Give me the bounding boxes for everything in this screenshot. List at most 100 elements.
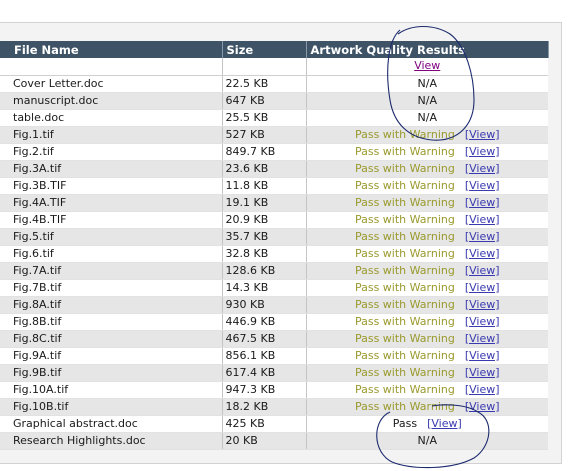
view-report-link[interactable]: [View] xyxy=(465,298,500,311)
results-column-header[interactable]: Artwork Quality Results xyxy=(306,41,549,58)
file-size-cell: 20 KB xyxy=(222,432,307,450)
table-row: Fig.8A.tif 930 KB Pass with Warning [View] xyxy=(0,296,548,314)
results-view-row: View xyxy=(0,58,548,76)
result-status: N/A xyxy=(417,433,437,447)
artwork-result-cell: Pass with Warning [View] xyxy=(306,279,548,297)
table-row: Fig.8B.tif 446.9 KB Pass with Warning [View… xyxy=(0,313,548,331)
view-report-link[interactable]: [View] xyxy=(465,213,500,226)
artwork-result-cell: Pass with Warning [View] xyxy=(306,381,548,399)
result-status: Pass with Warning xyxy=(354,348,455,362)
view-report-link[interactable]: [View] xyxy=(465,145,500,158)
file-size-cell: 18.2 KB xyxy=(222,398,307,416)
view-report-link[interactable]: [View] xyxy=(465,179,500,192)
table-row: Graphical abstract.doc 425 KB Pass [View] xyxy=(0,415,548,433)
view-report-link[interactable]: [View] xyxy=(465,349,500,362)
file-name-cell: Fig.2.tif xyxy=(0,143,223,161)
table-row: Fig.4B.TIF 20.9 KB Pass with Warning [View] xyxy=(0,211,548,229)
table-row: Fig.10B.tif 18.2 KB Pass with Warning [View… xyxy=(0,398,548,416)
file-size-cell: 11.8 KB xyxy=(222,177,307,195)
view-report-link[interactable]: [View] xyxy=(465,383,500,396)
file-size-cell: 19.1 KB xyxy=(222,194,307,212)
artwork-result-cell: Pass with Warning [View] xyxy=(306,296,548,314)
file-name-cell: Fig.10B.tif xyxy=(0,398,223,416)
view-report-link[interactable]: [View] xyxy=(465,128,500,141)
file-name-cell: Fig.7B.tif xyxy=(0,279,223,297)
file-name-cell: Fig.10A.tif xyxy=(0,381,223,399)
view-report-link[interactable]: [View] xyxy=(465,281,500,294)
file-size-cell: 128.6 KB xyxy=(222,262,307,280)
result-status: Pass with Warning xyxy=(354,144,455,158)
artwork-result-cell: Pass with Warning [View] xyxy=(306,177,548,195)
file-size-cell: 25.5 KB xyxy=(222,109,307,127)
result-status: Pass with Warning xyxy=(354,399,455,413)
file-name-cell: Fig.4A.TIF xyxy=(0,194,223,212)
file-size-cell: 22.5 KB xyxy=(222,75,307,93)
table-row: Fig.1.tif 527 KB Pass with Warning [View] xyxy=(0,126,548,144)
table-row: Fig.3B.TIF 11.8 KB Pass with Warning [View] xyxy=(0,177,548,195)
view-report-link[interactable]: [View] xyxy=(465,315,500,328)
file-size-cell: 856.1 KB xyxy=(222,347,307,365)
file-name-cell: Fig.8B.tif xyxy=(0,313,223,331)
view-report-link[interactable]: [View] xyxy=(465,230,500,243)
result-status: Pass with Warning xyxy=(354,331,455,345)
view-report-link[interactable]: [View] xyxy=(465,162,500,175)
table-row: Fig.9B.tif 617.4 KB Pass with Warning [View… xyxy=(0,364,548,382)
view-report-link[interactable]: [View] xyxy=(465,400,500,413)
file-name-cell: table.doc xyxy=(0,109,223,127)
file-size-cell: 20.9 KB xyxy=(222,211,307,229)
view-report-link[interactable]: [View] xyxy=(427,417,462,430)
artwork-result-cell: Pass with Warning [View] xyxy=(306,262,548,280)
result-status: Pass with Warning xyxy=(354,127,455,141)
view-report-link[interactable]: [View] xyxy=(465,332,500,345)
result-status: Pass xyxy=(392,416,418,430)
artwork-result-cell: Pass with Warning [View] xyxy=(306,143,548,161)
artwork-result-cell: Pass with Warning [View] xyxy=(306,330,548,348)
file-size-cell: 23.6 KB xyxy=(222,160,307,178)
artwork-result-cell: N/A xyxy=(306,92,548,110)
table-row: Fig.7B.tif 14.3 KB Pass with Warning [View] xyxy=(0,279,548,297)
artwork-result-cell: N/A xyxy=(306,75,548,93)
file-name-cell: Fig.9B.tif xyxy=(0,364,223,382)
result-status: Pass with Warning xyxy=(354,297,455,311)
artwork-result-cell: Pass with Warning [View] xyxy=(306,245,548,263)
file-name-cell: Fig.8C.tif xyxy=(0,330,223,348)
file-name-cell: Graphical abstract.doc xyxy=(0,415,223,433)
result-status: Pass with Warning xyxy=(354,178,455,192)
result-status: Pass with Warning xyxy=(354,263,455,277)
file-name-cell: manuscript.doc xyxy=(0,92,223,110)
view-report-link[interactable]: [View] xyxy=(465,264,500,277)
view-all-link[interactable]: View xyxy=(414,59,440,72)
result-status: Pass with Warning xyxy=(354,382,455,396)
view-report-link[interactable]: [View] xyxy=(465,366,500,379)
artwork-result-cell: Pass with Warning [View] xyxy=(306,160,548,178)
artwork-results-table: File Name Size Artwork Quality Results V… xyxy=(0,41,549,450)
view-report-link[interactable]: [View] xyxy=(465,196,500,209)
file-size-cell: 930 KB xyxy=(222,296,307,314)
file-size-cell: 849.7 KB xyxy=(222,143,307,161)
file-size-cell: 647 KB xyxy=(222,92,307,110)
table-row: Research Highlights.doc 20 KB N/A xyxy=(0,432,548,450)
table-row: Cover Letter.doc 22.5 KB N/A xyxy=(0,75,548,93)
file-name-cell: Cover Letter.doc xyxy=(0,75,223,93)
size-column-header[interactable]: Size xyxy=(222,41,307,58)
artwork-result-cell: Pass with Warning [View] xyxy=(306,313,548,331)
file-size-cell: 446.9 KB xyxy=(222,313,307,331)
file-name-cell: Fig.9A.tif xyxy=(0,347,223,365)
table-row: Fig.6.tif 32.8 KB Pass with Warning [View] xyxy=(0,245,548,263)
file-name-cell: Fig.8A.tif xyxy=(0,296,223,314)
view-report-link[interactable]: [View] xyxy=(465,247,500,260)
file-name-cell: Fig.5.tif xyxy=(0,228,223,246)
artwork-result-cell: N/A xyxy=(306,432,548,450)
file-size-cell: 14.3 KB xyxy=(222,279,307,297)
file-size-cell: 32.8 KB xyxy=(222,245,307,263)
table-row: Fig.4A.TIF 19.1 KB Pass with Warning [View] xyxy=(0,194,548,212)
table-header-row: File Name Size Artwork Quality Results xyxy=(0,41,549,58)
result-status: Pass with Warning xyxy=(354,314,455,328)
result-status: N/A xyxy=(417,76,437,90)
table-row: Fig.2.tif 849.7 KB Pass with Warning [View] xyxy=(0,143,548,161)
file-name-column-header[interactable]: File Name xyxy=(0,41,223,58)
artwork-result-cell: Pass with Warning [View] xyxy=(306,126,548,144)
table-row: Fig.7A.tif 128.6 KB Pass with Warning [View… xyxy=(0,262,548,280)
artwork-result-cell: Pass with Warning [View] xyxy=(306,364,548,382)
file-name-cell: Fig.1.tif xyxy=(0,126,223,144)
